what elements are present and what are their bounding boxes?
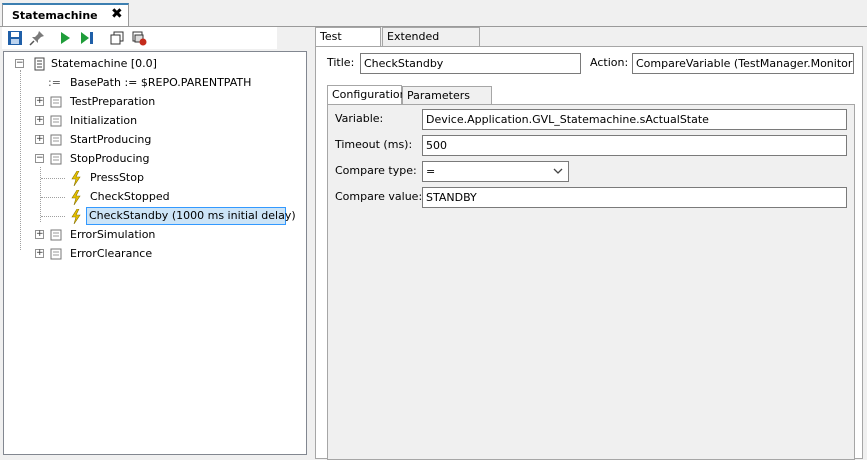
tree-item-label: TestPreparation [70,95,156,108]
tree-item-checkstopped[interactable]: CheckStopped [10,188,210,206]
configuration-page: Variable: Device.Application.GVL_Statema… [327,104,855,460]
tree-item-pressstop[interactable]: PressStop [10,169,210,187]
compare-type-value: = [426,165,436,178]
tree-item-checkstandby[interactable]: CheckStandby (1000 ms initial delay) [10,207,296,225]
timeout-label: Timeout (ms): [335,138,413,151]
action-label: Action: [590,56,629,69]
toolbar [2,27,277,49]
collapse-icon[interactable]: − [35,154,44,163]
expand-icon[interactable]: + [35,97,44,106]
compare-type-select[interactable]: = [422,161,569,182]
statemachine-tree[interactable]: − Statemachine [0.0] := BasePath := $REP… [3,51,307,455]
step-group-icon [50,229,62,241]
expand-icon[interactable]: + [35,135,44,144]
tree-item-basepath[interactable]: := BasePath := $REPO.PARENTPATH [10,74,270,92]
save-icon[interactable] [6,29,24,47]
close-icon[interactable]: ✖ [111,7,123,21]
document-tab-label: Statemachine [12,9,98,22]
assignment-icon: := [48,76,61,89]
properties-panel: Test Action Extended Settings Title: Che… [315,27,863,460]
tree-item-label: PressStop [90,171,144,184]
step-group-icon [50,248,62,260]
variable-label: Variable: [335,112,384,125]
pin-icon[interactable] [28,29,46,47]
expand-icon[interactable]: + [35,249,44,258]
chevron-down-icon [553,168,563,174]
document-tab-statemachine[interactable]: Statemachine ✖ [2,3,129,27]
tree-root[interactable]: − Statemachine [0.0] [10,55,210,73]
lightning-icon [71,171,81,186]
tree-item-label: ErrorClearance [70,247,153,260]
collapse-icon[interactable]: − [15,59,24,68]
title-field[interactable]: CheckStandby [360,53,581,74]
run-icon[interactable] [56,29,74,47]
tree-item-startproducing[interactable]: + StartProducing [10,131,210,149]
tab-configuration[interactable]: Configuration [327,85,407,105]
compare-value-field[interactable]: STANDBY [422,187,847,208]
lightning-icon [71,190,81,205]
test-action-page: Title: CheckStandby Action: CompareVaria… [315,46,863,460]
step-group-icon [50,115,62,127]
tree-item-label: StartProducing [70,133,152,146]
tree-root-label: Statemachine [0.0] [51,57,157,70]
tree-item-errorsimulation[interactable]: + ErrorSimulation [10,226,210,244]
tree-item-testpreparation[interactable]: + TestPreparation [10,93,210,111]
tree-item-label: ErrorSimulation [70,228,156,241]
step-group-icon [50,134,62,146]
document-icon [34,57,45,71]
tree-item-label: BasePath := $REPO.PARENTPATH [70,76,252,89]
compare-value-label: Compare value: [335,190,423,203]
tree-item-errorclearance[interactable]: + ErrorClearance [10,245,210,263]
timeout-field[interactable]: 500 [422,135,847,156]
tree-item-label: Initialization [70,114,138,127]
tree-item-initialization[interactable]: + Initialization [10,112,210,130]
expand-icon[interactable]: + [35,230,44,239]
step-group-icon [50,153,62,165]
title-label: Title: [327,56,355,69]
tab-extended-settings[interactable]: Extended Settings [382,27,480,61]
tree-item-label: CheckStopped [90,190,170,203]
tree-item-label: StopProducing [70,152,150,165]
variable-field[interactable]: Device.Application.GVL_Statemachine.sAct… [422,109,847,130]
lightning-icon [71,209,81,224]
tree-item-label-selected: CheckStandby (1000 ms initial delay) [86,207,296,225]
step-icon[interactable] [78,29,96,47]
compare-type-label: Compare type: [335,164,417,177]
tab-parameters[interactable]: Parameters (0/0) [402,86,492,120]
record-icon[interactable] [130,29,148,47]
tree-item-stopproducing[interactable]: − StopProducing [10,150,210,168]
action-field[interactable]: CompareVariable (TestManager.Monitoring) [632,53,854,74]
copy-icon[interactable] [108,29,126,47]
step-group-icon [50,96,62,108]
expand-icon[interactable]: + [35,116,44,125]
tab-test-action[interactable]: Test Action [315,27,381,61]
